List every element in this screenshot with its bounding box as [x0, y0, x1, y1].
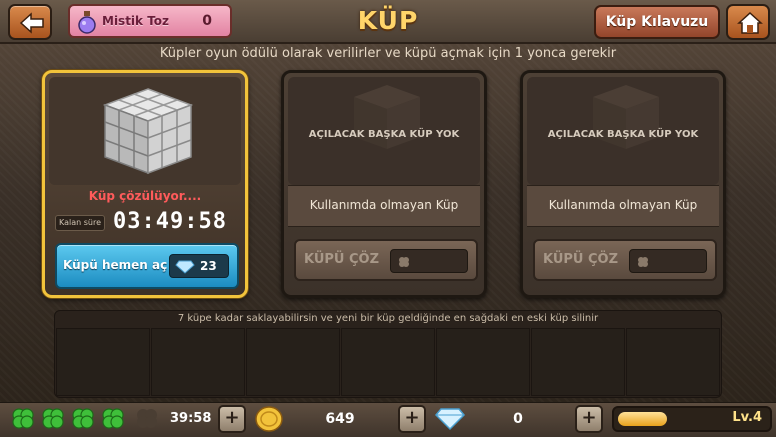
empty-clover-icon [137, 409, 157, 428]
diamond-icon [175, 260, 195, 274]
unused-cube-bar: Kullanımda olmayan Küp [288, 185, 480, 227]
solve-cube-button[interactable]: KÜPÜ ÇÖZ [533, 239, 717, 281]
unused-cube-text: Kullanımda olmayan Küp [548, 198, 698, 212]
clover-cost-slot [629, 249, 707, 273]
cube-slot-2[interactable]: AÇILACAK BAŞKA KÜP YOK Kullanımda olmaya… [281, 70, 487, 298]
add-clover-button[interactable]: + [218, 405, 246, 433]
no-cube-text: AÇILACAK BAŞKA KÜP YOK [547, 129, 699, 140]
cube-image-area [49, 77, 241, 185]
level-progress-bar [618, 412, 667, 426]
open-now-label: Küpü hemen aç [63, 258, 168, 272]
solve-cube-label: KÜPÜ ÇÖZ [304, 252, 380, 267]
cube-image-area: AÇILACAK BAŞKA KÜP YOK [527, 77, 719, 185]
cube-icon [102, 88, 194, 175]
storage-slot[interactable] [151, 328, 245, 396]
potion-icon [78, 11, 96, 34]
open-now-button[interactable]: Küpü hemen aç 23 [55, 243, 239, 289]
storage-slot[interactable] [436, 328, 530, 396]
page-title: KÜP [357, 6, 419, 35]
add-gems-button[interactable]: + [575, 405, 603, 433]
clover-icon [399, 257, 409, 267]
cube-guide-button[interactable]: Küp Kılavuzu [594, 5, 720, 39]
storage-slot[interactable] [531, 328, 625, 396]
mistik-label: Mistik Toz [102, 14, 170, 28]
level-label: Lv.4 [732, 410, 762, 425]
level-progress: Lv.4 [612, 406, 772, 432]
cube-slot-3[interactable]: AÇILACAK BAŞKA KÜP YOK Kullanımda olmaya… [520, 70, 726, 298]
remaining-time-label: Kalan süre [55, 215, 105, 231]
clover-cost-slot [390, 249, 468, 273]
home-button[interactable] [726, 4, 770, 40]
remaining-time-row: Kalan süre 03:49:58 [55, 209, 239, 235]
storage-slot[interactable] [246, 328, 340, 396]
storage-slot[interactable] [341, 328, 435, 396]
cube-info-text: Küpler oyun ödülü olarak verilirler ve k… [159, 46, 617, 61]
mistik-dust-counter: Mistik Toz 0 [68, 4, 232, 38]
no-cube-text: AÇILACAK BAŞKA KÜP YOK [308, 129, 460, 140]
open-now-cost-value: 23 [200, 259, 217, 273]
storage-slot[interactable] [626, 328, 720, 396]
add-coins-button[interactable]: + [398, 405, 426, 433]
gem-count: 0 [513, 411, 523, 427]
diamond-icon [434, 408, 466, 431]
storage-note: 7 küpe kadar saklayabilirsin ve yeni bir… [177, 313, 599, 324]
remaining-time: 03:49:58 [113, 209, 227, 234]
back-button[interactable] [8, 4, 52, 40]
unused-cube-bar: Kullanımda olmayan Küp [527, 185, 719, 227]
clover-timer: 39:58 [170, 411, 212, 426]
mistik-count: 0 [202, 13, 212, 29]
clover-icon [12, 408, 34, 429]
clover-icon [72, 408, 94, 429]
coin-count: 649 [325, 411, 355, 427]
storage-slot[interactable] [56, 328, 150, 396]
cube-status: Küp çözülüyor.... [88, 189, 202, 203]
unused-cube-text: Kullanımda olmayan Küp [309, 198, 459, 212]
solve-cube-label: KÜPÜ ÇÖZ [543, 252, 619, 267]
solve-cube-button[interactable]: KÜPÜ ÇÖZ [294, 239, 478, 281]
clover-icon [42, 408, 64, 429]
clover-icon [102, 408, 124, 429]
home-icon [737, 11, 763, 34]
coin-icon [255, 406, 283, 432]
cube-image-area: AÇILACAK BAŞKA KÜP YOK [288, 77, 480, 185]
back-arrow-icon [19, 12, 44, 34]
cube-slot-1[interactable]: Küp çözülüyor.... Kalan süre 03:49:58 Kü… [42, 70, 248, 298]
open-now-cost: 23 [169, 254, 229, 278]
clover-icon [638, 257, 648, 267]
